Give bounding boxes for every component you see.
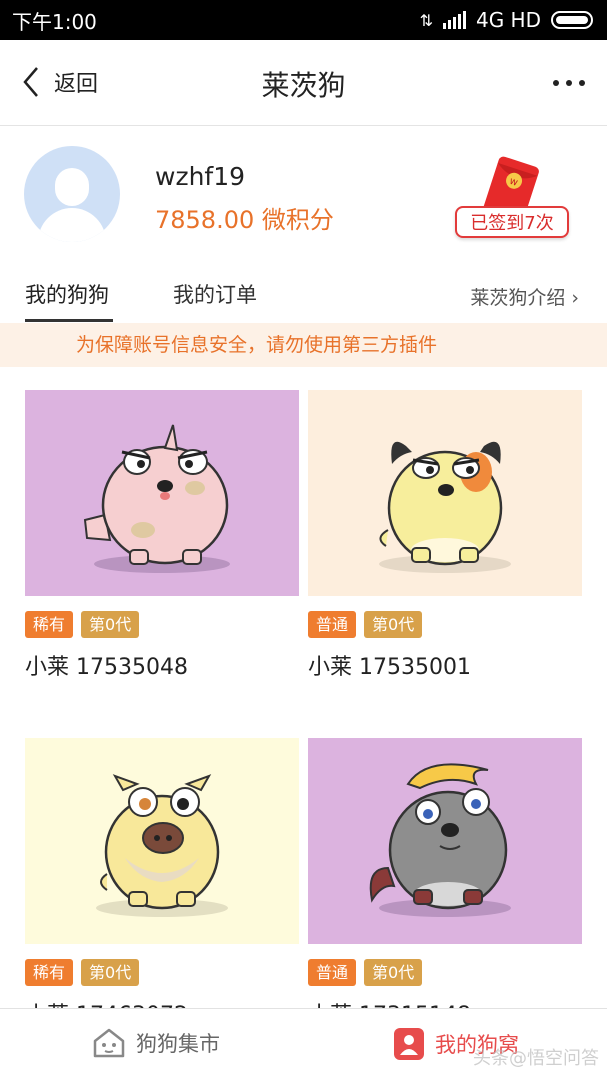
username: wzhf19 xyxy=(155,162,246,191)
tab-my-dogs[interactable]: 我的狗狗 xyxy=(25,279,109,309)
dog-card[interactable]: 普通 第0代 小莱 17315148 xyxy=(308,738,582,1010)
dog-grid: 稀有 第0代 小莱 17535048 普通 第0代 小莱 17535001 稀有… xyxy=(0,390,607,1010)
generation-badge: 第0代 xyxy=(81,959,140,986)
house-dog-icon xyxy=(93,1028,125,1058)
dog-name: 小莱 17535001 xyxy=(308,655,471,680)
dog-illustration xyxy=(308,738,582,944)
security-notice: 为保障账号信息安全，请勿使用第三方插件 xyxy=(0,323,607,367)
status-time: 下午1:00 xyxy=(12,9,97,34)
rarity-badge: 普通 xyxy=(308,611,357,638)
rarity-badge: 稀有 xyxy=(25,959,74,986)
tab-my-orders[interactable]: 我的订单 xyxy=(173,279,257,309)
signal-icon xyxy=(442,11,466,29)
generation-badge: 第0代 xyxy=(364,959,423,986)
dog-illustration xyxy=(308,390,582,596)
chevron-right-icon: › xyxy=(565,287,579,309)
profile-header: wzhf19 7858.00 微积分 w 已签到7次 xyxy=(0,126,607,261)
intro-link-label: 莱茨狗介绍 xyxy=(470,287,566,309)
dog-card[interactable]: 稀有 第0代 小莱 17535048 xyxy=(25,390,299,680)
dog-card[interactable]: 稀有 第0代 小莱 17463072 xyxy=(25,738,299,1010)
user-profile-icon xyxy=(394,1028,424,1060)
dog-name: 小莱 17535048 xyxy=(25,655,188,680)
generation-badge: 第0代 xyxy=(364,611,423,638)
dog-illustration xyxy=(25,390,299,596)
dot-icon xyxy=(579,80,585,86)
points-balance: 7858.00 微积分 xyxy=(155,206,334,234)
intro-link[interactable]: 莱茨狗介绍 › xyxy=(470,283,579,310)
dot-icon xyxy=(566,80,572,86)
battery-icon xyxy=(551,11,593,29)
tab-bar: 我的狗狗 我的订单 莱茨狗介绍 › xyxy=(0,261,607,323)
network-type: 4G HD xyxy=(475,8,541,32)
more-menu-button[interactable] xyxy=(553,80,585,86)
vibrate-icon: ⇅ xyxy=(419,10,433,30)
avatar[interactable] xyxy=(24,146,120,242)
dog-illustration xyxy=(25,738,299,944)
rarity-badge: 普通 xyxy=(308,959,357,986)
tab-dog-market[interactable]: 狗狗集市 xyxy=(92,1027,220,1059)
dog-card[interactable]: 普通 第0代 小莱 17535001 xyxy=(308,390,582,680)
active-tab-indicator xyxy=(25,319,113,322)
checkin-badge[interactable]: 已签到7次 xyxy=(455,206,569,238)
dot-icon xyxy=(553,80,559,86)
nav-bar: 返回 莱茨狗 xyxy=(0,40,607,126)
status-bar: 下午1:00 ⇅ 4G HD xyxy=(0,0,607,40)
generation-badge: 第0代 xyxy=(81,611,140,638)
watermark: 头条@悟空问答 xyxy=(473,1048,599,1069)
page-title: 莱茨狗 xyxy=(261,69,346,102)
tab-dog-market-label: 狗狗集市 xyxy=(136,1032,220,1056)
rarity-badge: 稀有 xyxy=(25,611,74,638)
